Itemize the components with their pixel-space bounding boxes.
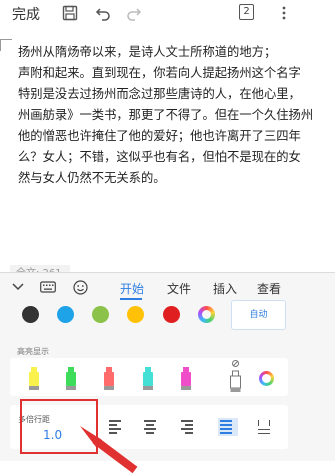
color-swatch-red[interactable] — [163, 306, 180, 323]
text-line: 特别是没去过扬州而念过那些唐诗的人，在他心里， — [18, 87, 301, 101]
emoji-icon[interactable] — [71, 278, 89, 296]
page-count-badge[interactable]: 2 — [239, 4, 254, 20]
distributed-align-icon[interactable] — [258, 420, 274, 434]
format-panel: 开始 文件 插入 查看 自动 高亮显示 多倍行距 1.0 — [0, 272, 335, 473]
bottom-strip — [0, 461, 335, 473]
align-right-icon[interactable] — [181, 420, 197, 434]
color-swatch-yellow[interactable] — [127, 306, 144, 323]
panel-tabs: 开始 文件 插入 查看 — [0, 273, 335, 300]
highlight-label: 高亮显示 — [17, 347, 49, 356]
text-line: 声附和起来。直到现在，你若向人提起扬州这个名字 — [18, 66, 301, 80]
text-line: 么？女人；不错，这似乎也有名，但怕不是现在的女 — [18, 150, 301, 164]
no-highlight-icon[interactable] — [230, 360, 241, 392]
text-line: 扬州从隋炀帝以来，是诗人文士所称道的地方； — [18, 45, 277, 59]
text-line: 州画舫录》一类书，那更了不得了。但在一个久住扬州 — [18, 108, 314, 122]
more-icon[interactable] — [274, 3, 294, 23]
highlighter-yellow-icon[interactable] — [29, 367, 39, 390]
more-highlight-colors-icon[interactable] — [259, 371, 274, 386]
align-left-icon[interactable] — [109, 420, 125, 434]
tab-view[interactable]: 查看 — [257, 280, 281, 297]
align-justify-icon[interactable] — [218, 418, 238, 436]
top-toolbar: 完成 2 — [0, 0, 335, 27]
document-text[interactable]: 扬州从隋炀帝以来，是诗人文士所称道的地方； 声附和起来。直到现在，你若向人提起扬… — [18, 42, 335, 189]
align-center-icon[interactable] — [144, 420, 160, 434]
highlighter-red-icon[interactable] — [104, 367, 114, 390]
color-swatch-dark[interactable] — [22, 306, 39, 323]
keyboard-icon[interactable] — [39, 278, 57, 296]
document-area[interactable]: 扬州从隋炀帝以来，是诗人文士所称道的地方； 声附和起来。直到现在，你若向人提起扬… — [0, 27, 335, 282]
text-line: 他的憎恶也许掩住了他的爱好；他也许离开了三四年 — [18, 129, 301, 143]
color-swatch-green[interactable] — [92, 306, 109, 323]
annotation-highlight-box — [20, 399, 98, 454]
text-line: 然与女人仍然不无关系的。 — [18, 171, 166, 185]
auto-color-button[interactable]: 自动 — [231, 300, 286, 330]
tab-file[interactable]: 文件 — [167, 280, 191, 297]
tab-start[interactable]: 开始 — [120, 280, 144, 297]
done-button[interactable]: 完成 — [12, 4, 40, 24]
collapse-chevron-icon[interactable] — [9, 278, 27, 296]
more-colors-wheel-icon[interactable] — [198, 306, 215, 323]
highlighter-pink-icon[interactable] — [181, 367, 191, 390]
redo-icon[interactable] — [124, 3, 144, 23]
save-icon[interactable] — [60, 3, 80, 23]
tab-insert[interactable]: 插入 — [213, 280, 237, 297]
highlighter-cyan-icon[interactable] — [143, 367, 153, 390]
margin-corner-mark — [0, 39, 12, 51]
highlighter-green-icon[interactable] — [66, 367, 76, 390]
highlight-row — [10, 358, 288, 396]
undo-icon[interactable] — [93, 3, 113, 23]
color-swatch-blue[interactable] — [57, 306, 74, 323]
